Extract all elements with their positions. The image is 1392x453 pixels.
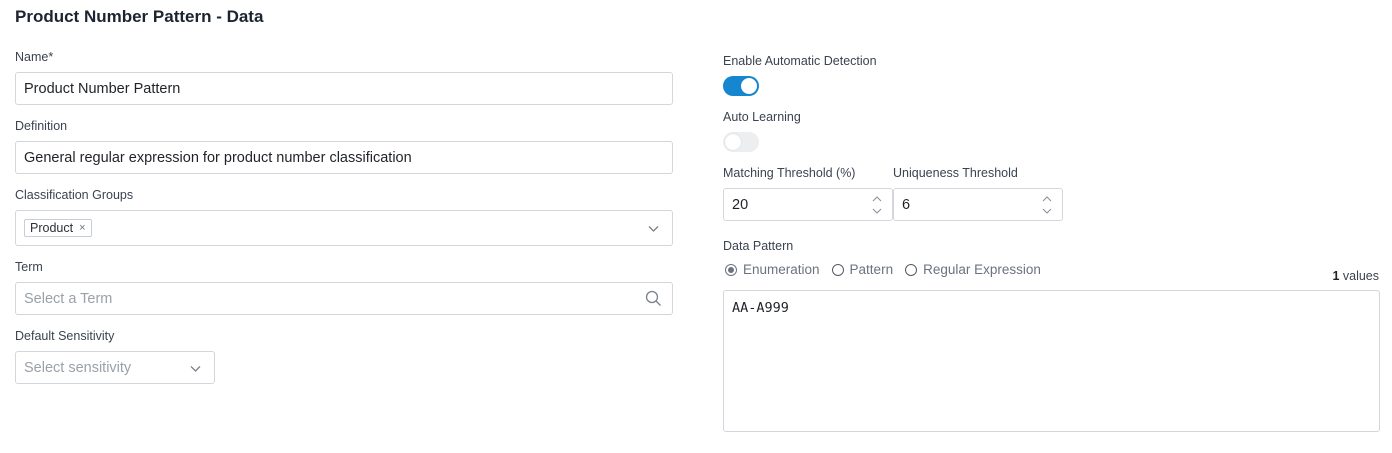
radio-label: Enumeration	[743, 262, 820, 277]
toggle-knob	[725, 134, 741, 150]
radio-label: Regular Expression	[923, 262, 1041, 277]
name-label: Name*	[15, 50, 54, 64]
uniqueness-threshold-input[interactable]: 6	[893, 188, 1063, 221]
toggle-knob	[741, 78, 757, 94]
definition-input[interactable]: General regular expression for product n…	[15, 141, 673, 174]
chevron-down-icon[interactable]	[189, 362, 202, 379]
data-pattern-radio-group: Enumeration Pattern Regular Expression	[725, 262, 1041, 277]
radio-label: Pattern	[849, 262, 894, 277]
uniqueness-threshold-label: Uniqueness Threshold	[893, 166, 1018, 180]
term-label: Term	[15, 260, 43, 274]
enable-automatic-detection-label: Enable Automatic Detection	[723, 54, 877, 68]
sensitivity-select[interactable]: Select sensitivity	[15, 351, 215, 384]
data-pattern-values-textarea[interactable]: AA-A999	[723, 290, 1380, 432]
stepper-icon[interactable]	[872, 193, 882, 217]
auto-learning-toggle[interactable]	[723, 132, 759, 152]
auto-learning-label: Auto Learning	[723, 110, 801, 124]
term-placeholder: Select a Term	[24, 290, 113, 307]
data-pattern-label: Data Pattern	[723, 239, 794, 253]
name-input[interactable]: Product Number Pattern	[15, 72, 673, 105]
classification-groups-select[interactable]: Product ×	[15, 210, 673, 246]
radio-unchecked-icon	[905, 263, 918, 276]
term-input[interactable]: Select a Term	[15, 282, 673, 315]
sensitivity-placeholder: Select sensitivity	[24, 359, 132, 376]
values-count-suffix: values	[1339, 269, 1379, 283]
radio-pattern[interactable]: Pattern	[831, 262, 894, 277]
uniqueness-threshold-value: 6	[902, 196, 911, 213]
values-count: 1 values	[1332, 269, 1379, 283]
tag-label: Product	[30, 221, 74, 235]
radio-enumeration[interactable]: Enumeration	[725, 262, 820, 277]
enable-automatic-detection-toggle[interactable]	[723, 76, 759, 96]
matching-threshold-input[interactable]: 20	[723, 188, 893, 221]
radio-checked-icon	[725, 263, 737, 276]
search-icon[interactable]	[645, 290, 662, 311]
name-value: Product Number Pattern	[24, 80, 181, 97]
definition-label: Definition	[15, 119, 68, 133]
tag-remove-icon[interactable]: ×	[79, 222, 85, 234]
definition-value: General regular expression for product n…	[24, 149, 412, 166]
default-sensitivity-label: Default Sensitivity	[15, 329, 115, 343]
radio-regular-expression[interactable]: Regular Expression	[905, 262, 1041, 277]
chevron-down-icon[interactable]	[647, 222, 660, 239]
tag-product: Product ×	[24, 219, 92, 237]
page-title: Product Number Pattern - Data	[15, 7, 264, 26]
stepper-icon[interactable]	[1042, 193, 1052, 217]
classification-groups-label: Classification Groups	[15, 188, 134, 202]
radio-unchecked-icon	[831, 263, 844, 276]
matching-threshold-value: 20	[732, 196, 749, 213]
matching-threshold-label: Matching Threshold (%)	[723, 166, 856, 180]
